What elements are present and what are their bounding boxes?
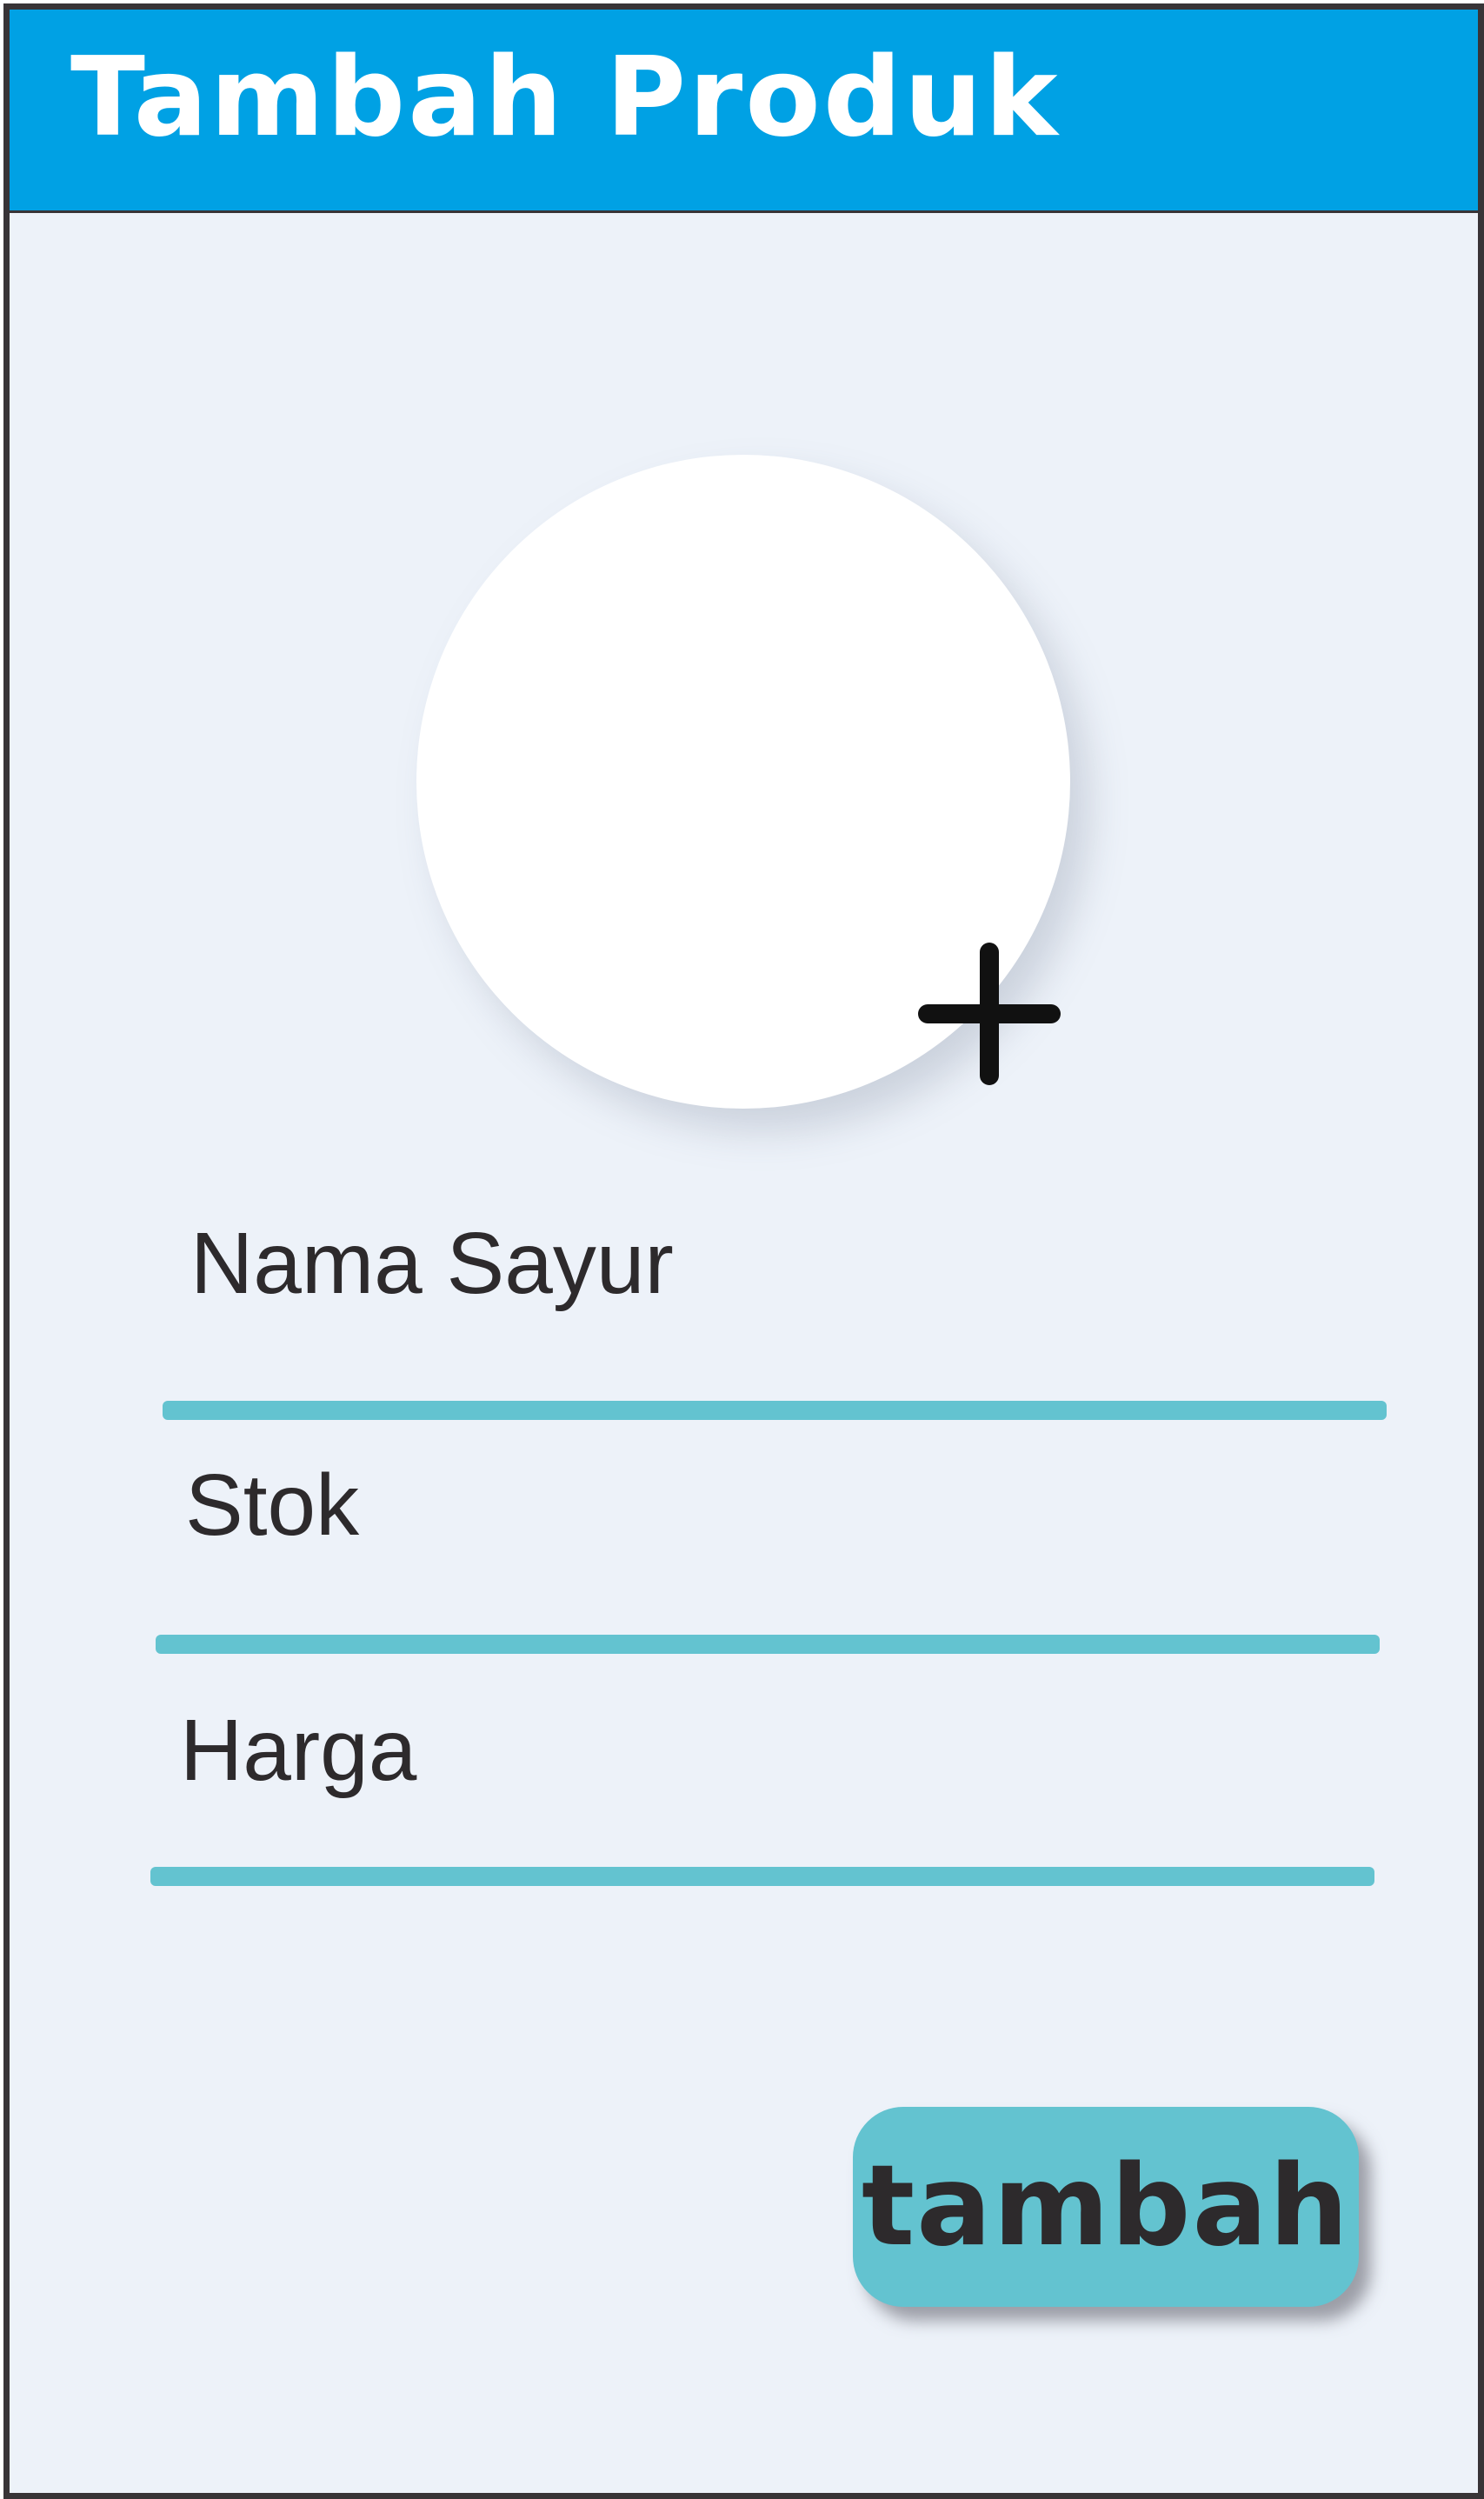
harga-underline xyxy=(150,1867,1374,1886)
app-screen: Tambah Produk Nama Sayur Stok Harga tamb… xyxy=(3,3,1484,2499)
tambah-button[interactable]: tambah xyxy=(853,2107,1359,2307)
page-title: Tambah Produk xyxy=(70,33,1061,161)
stok-underline xyxy=(156,1635,1380,1654)
tambah-button-label: tambah xyxy=(861,2142,1351,2271)
harga-label: Harga xyxy=(180,1702,417,1799)
plus-icon[interactable] xyxy=(907,931,1072,1096)
nama-sayur-underline xyxy=(163,1401,1387,1420)
stok-label: Stok xyxy=(185,1456,360,1554)
nama-sayur-label: Nama Sayur xyxy=(190,1215,674,1312)
app-header: Tambah Produk xyxy=(10,10,1478,213)
stok-field[interactable]: Stok xyxy=(10,1436,1478,1670)
nama-sayur-field[interactable]: Nama Sayur xyxy=(10,1175,1478,1436)
harga-field[interactable]: Harga xyxy=(10,1670,1478,1896)
